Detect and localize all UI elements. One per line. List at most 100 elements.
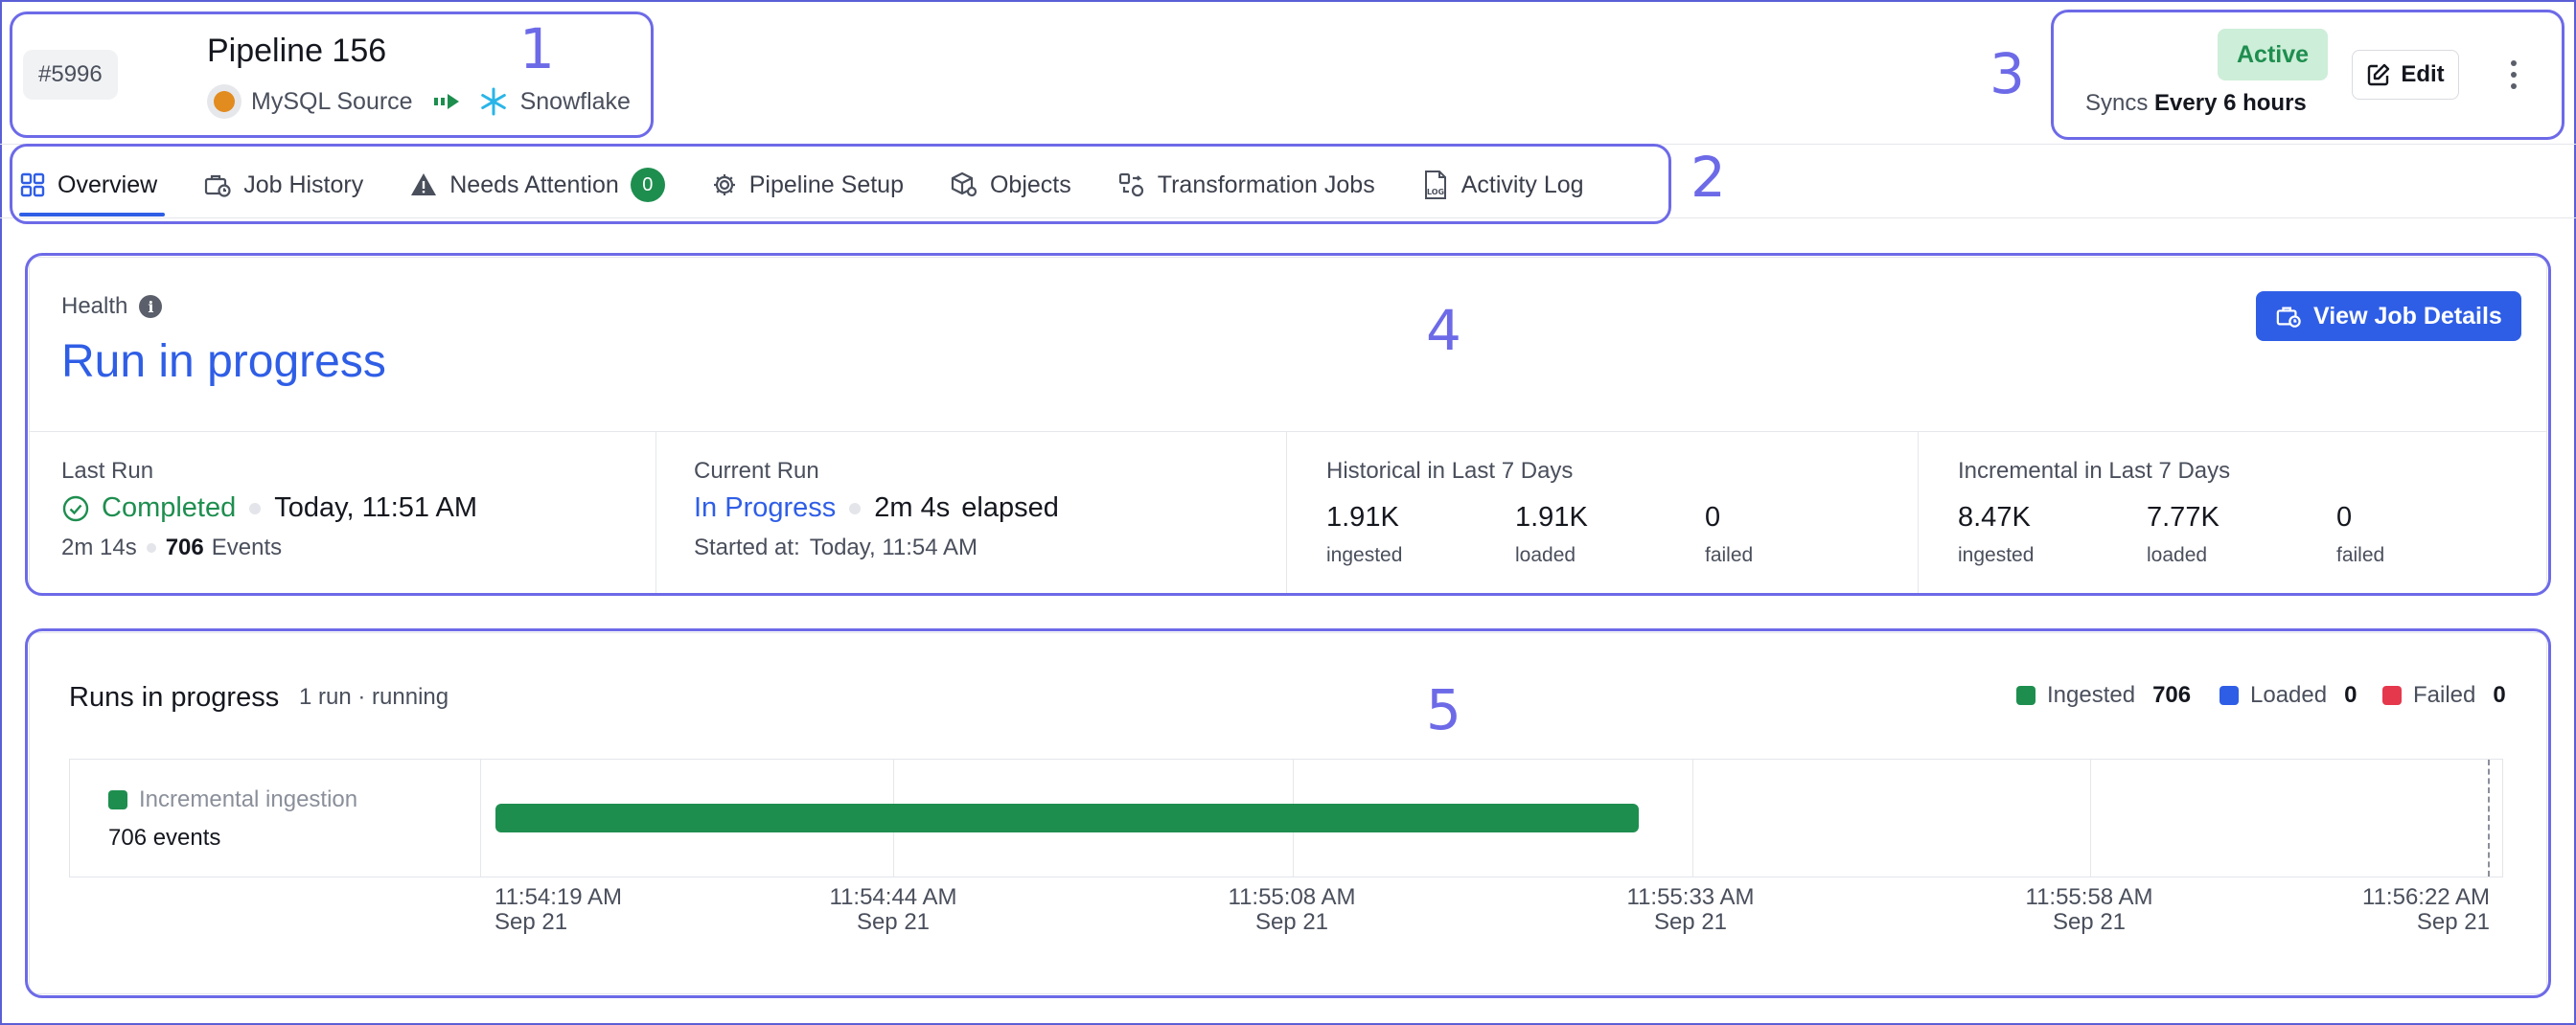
tabs-divider: [0, 217, 2576, 218]
legend-label: Failed: [2413, 682, 2476, 708]
edit-label: Edit: [2401, 61, 2445, 87]
edit-button[interactable]: Edit: [2352, 50, 2459, 100]
dot-separator: [146, 543, 156, 553]
svg-text:LOG: LOG: [1427, 188, 1444, 196]
historical-failed-label: failed: [1705, 544, 1754, 566]
last-run-events-label: Events: [211, 535, 283, 560]
tab-label: Activity Log: [1460, 171, 1584, 198]
annotation-number-4: 4: [1426, 298, 1461, 363]
dot-separator: [849, 502, 862, 514]
timeline-gridline: [1692, 760, 1693, 877]
row-label-text: Incremental ingestion: [139, 786, 358, 812]
tab-activity-log[interactable]: LOG Activity Log: [1421, 153, 1584, 216]
tab-needs-attention[interactable]: Needs Attention 0: [409, 153, 665, 216]
incremental-ingested-label: ingested: [1958, 544, 2035, 566]
tick-time: 11:54:44 AM: [829, 884, 957, 910]
timeline-tick: 11:54:19 AM Sep 21: [494, 885, 622, 935]
last-run-duration: 2m 14s: [61, 535, 137, 560]
tab-pipeline-setup[interactable]: Pipeline Setup: [711, 153, 904, 216]
health-label: Health i: [61, 293, 163, 320]
tick-date: Sep 21: [1653, 909, 1728, 935]
current-time-marker: [2488, 760, 2490, 877]
historical-label: Historical in Last 7 Days: [1326, 458, 1574, 484]
incremental-failed: 0: [2336, 502, 2353, 533]
last-run-status-line: Completed Today, 11:51 AM: [61, 492, 477, 524]
tab-label: Overview: [58, 171, 158, 198]
legend-value: 0: [2493, 682, 2506, 708]
tick-time: 11:55:08 AM: [1228, 884, 1356, 910]
snowflake-icon: [476, 84, 511, 119]
tab-overview[interactable]: Overview: [19, 153, 166, 216]
historical-loaded-label: loaded: [1515, 544, 1576, 566]
timeline-row-label: Incremental ingestion: [108, 786, 357, 813]
pipeline-route: MySQL Source Snowflake: [207, 82, 631, 121]
pencil-icon: [2368, 63, 2390, 86]
cube-gear-icon: [951, 171, 978, 197]
last-run-details: 2m 14s 706 Events: [61, 535, 282, 561]
runs-title: Runs in progress: [69, 682, 280, 713]
last-run-status: Completed: [102, 492, 237, 523]
annotation-number-5: 5: [1426, 677, 1461, 742]
header-divider: [0, 144, 2576, 145]
arrow-right-icon: [432, 90, 461, 113]
syncs-label: Syncs: [2085, 90, 2149, 116]
current-run-elapsed-label: elapsed: [961, 492, 1059, 523]
log-file-icon: LOG: [1424, 171, 1446, 199]
grid-icon: [20, 172, 45, 197]
ingestion-progress-bar[interactable]: [495, 804, 1639, 832]
incremental-ingested: 8.47K: [1958, 502, 2031, 533]
info-icon[interactable]: i: [139, 295, 163, 318]
sync-schedule: Syncs Every 6 hours: [2085, 90, 2307, 117]
dot-separator: [249, 502, 262, 514]
view-job-details-label: View Job Details: [2313, 302, 2502, 330]
legend-loaded: Loaded 0: [2220, 682, 2357, 709]
last-run-events-count: 706: [165, 535, 204, 560]
annotation-number-1: 1: [519, 16, 555, 81]
historical-ingested-label: ingested: [1326, 544, 1403, 566]
tick-date: Sep 21: [494, 909, 568, 935]
tick-time: 11:55:33 AM: [1626, 884, 1755, 910]
tab-job-history[interactable]: Job History: [203, 153, 363, 216]
timeline-tick: 11:55:33 AM Sep 21: [1623, 885, 1758, 935]
tab-label: Objects: [989, 171, 1071, 198]
gear-icon: [713, 174, 735, 195]
warning-icon: [411, 173, 437, 195]
legend-failed: Failed 0: [2382, 682, 2506, 709]
current-run-started: Started at: Today, 11:54 AM: [694, 535, 978, 561]
current-run-status: In Progress: [694, 492, 837, 523]
tick-time: 11:55:58 AM: [2025, 884, 2153, 910]
started-label: Started at:: [694, 535, 800, 560]
started-value: Today, 11:54 AM: [809, 535, 978, 560]
legend-label: Ingested: [2047, 682, 2136, 708]
historical-loaded: 1.91K: [1515, 502, 1588, 533]
health-status: Run in progress: [61, 336, 386, 387]
health-label-text: Health: [61, 293, 128, 319]
source-name: MySQL Source: [251, 87, 413, 115]
destination-name: Snowflake: [519, 87, 631, 115]
historical-failed: 0: [1705, 502, 1721, 533]
legend-swatch-failed: [2382, 686, 2402, 705]
briefcase-clock-icon: [2276, 307, 2301, 328]
tick-date: Sep 21: [2416, 909, 2490, 935]
legend-ingested: Ingested 706: [2016, 682, 2191, 709]
timeline-label-divider: [480, 760, 481, 877]
pipeline-title: Pipeline 156: [207, 33, 387, 69]
current-run-elapsed: 2m 4s: [874, 492, 951, 523]
legend-swatch-ingested: [2016, 686, 2036, 705]
legend-label: Loaded: [2250, 682, 2328, 708]
view-job-details-button[interactable]: View Job Details: [2256, 291, 2521, 341]
tick-date: Sep 21: [1254, 909, 1329, 935]
last-run-time: Today, 11:51 AM: [274, 492, 477, 523]
tab-bar: Overview Job History Needs Attention 0 P…: [19, 153, 1630, 216]
annotation-number-3: 3: [1990, 41, 2025, 106]
column-divider: [1918, 432, 1919, 593]
tab-transformation-jobs[interactable]: Transformation Jobs: [1117, 153, 1375, 216]
tab-label: Needs Attention: [449, 171, 619, 198]
tab-objects[interactable]: Objects: [950, 153, 1071, 216]
timeline-tick: 11:54:44 AM Sep 21: [826, 885, 960, 935]
more-options-icon[interactable]: [2499, 54, 2528, 96]
tab-label: Job History: [243, 171, 364, 198]
incremental-label: Incremental in Last 7 Days: [1958, 458, 2231, 484]
status-badge: Active: [2218, 29, 2329, 80]
ingestion-swatch: [108, 790, 127, 809]
